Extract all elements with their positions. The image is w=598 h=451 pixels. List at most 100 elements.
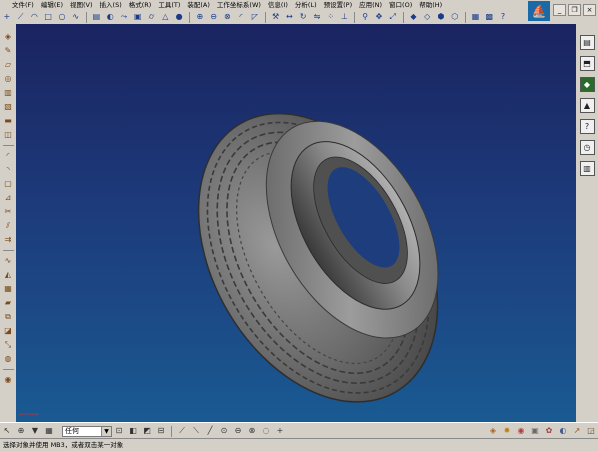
training-icon[interactable]: ▲	[579, 98, 595, 113]
menu-wcs[interactable]: 工作坐标系(W)	[214, 0, 265, 10]
sphere-icon[interactable]: ●	[173, 11, 185, 23]
help-icon[interactable]: ?	[497, 11, 509, 23]
snap-end-icon[interactable]: ⟋	[176, 425, 188, 437]
intersect-icon[interactable]: ⊗	[221, 11, 233, 23]
cylinder-icon[interactable]: ⌭	[146, 11, 158, 23]
pocket-icon[interactable]: ▧	[2, 101, 14, 113]
rectangle-icon[interactable]: □	[42, 11, 54, 23]
lighting-icon[interactable]: ✹	[501, 425, 513, 437]
spline-icon[interactable]: ∿	[70, 11, 82, 23]
curve-icon[interactable]: ∿	[2, 255, 14, 267]
line-icon[interactable]: ⟋	[15, 11, 27, 23]
cone-icon[interactable]: △	[159, 11, 171, 23]
unite-icon[interactable]: ⊕	[194, 11, 206, 23]
menu-window[interactable]: 窗口(O)	[386, 0, 416, 10]
scale-icon[interactable]: ⤡	[2, 339, 14, 351]
select-body-icon[interactable]: ◩	[141, 425, 153, 437]
texture-icon[interactable]: ▣	[529, 425, 541, 437]
snap-intersection-icon[interactable]: ⊗	[246, 425, 258, 437]
extrude-icon[interactable]: ▤	[91, 11, 103, 23]
select-arrow-icon[interactable]: ↖	[1, 425, 13, 437]
material-icon[interactable]: ◉	[515, 425, 527, 437]
select-edge-icon[interactable]: ⊟	[155, 425, 167, 437]
menu-edit[interactable]: 编辑(E)	[38, 0, 67, 10]
wireframe-icon[interactable]: ◇	[421, 11, 433, 23]
menu-assembly[interactable]: 装配(A)	[184, 0, 214, 10]
help-panel-icon[interactable]: ?	[579, 119, 595, 134]
shell-icon[interactable]: ▢	[2, 178, 14, 190]
menu-view[interactable]: 视图(V)	[67, 0, 97, 10]
circle-icon[interactable]: ○	[56, 11, 68, 23]
fit-icon[interactable]: ⤢	[387, 11, 399, 23]
wrap-icon[interactable]: ◍	[2, 353, 14, 365]
restore-icon[interactable]: ❐	[568, 4, 581, 16]
snap-control-icon[interactable]: ╱	[204, 425, 216, 437]
arc-icon[interactable]: ◠	[29, 11, 41, 23]
menu-preferences[interactable]: 预设置(P)	[321, 0, 357, 10]
animation-icon[interactable]: ↗	[571, 425, 583, 437]
zoom-icon[interactable]: ⚲	[359, 11, 371, 23]
boss-icon[interactable]: ▥	[2, 87, 14, 99]
menu-application[interactable]: 应用(N)	[356, 0, 386, 10]
subtract-icon[interactable]: ⊖	[208, 11, 220, 23]
snap-point-icon[interactable]: ⊕	[15, 425, 27, 437]
camera-icon[interactable]: ◐	[557, 425, 569, 437]
capture-icon[interactable]: ◲	[585, 425, 597, 437]
slot-icon[interactable]: ▬	[2, 115, 14, 127]
move-icon[interactable]: ↔	[284, 11, 296, 23]
layer-icon[interactable]: ▦	[470, 11, 482, 23]
close-icon[interactable]: ×	[583, 4, 596, 16]
assembly-navigator-icon[interactable]: ⬒	[579, 56, 595, 71]
menu-help[interactable]: 帮助(H)	[416, 0, 446, 10]
surface-icon[interactable]: ◭	[2, 269, 14, 281]
tire-model[interactable]	[16, 24, 576, 422]
snap-tangent-icon[interactable]: ◌	[260, 425, 272, 437]
menu-info[interactable]: 信息(I)	[265, 0, 292, 10]
split-icon[interactable]: ⫽	[2, 220, 14, 232]
feature-icon[interactable]: ◈	[2, 31, 14, 43]
type-filter-select[interactable]: 任何 ▼	[62, 425, 112, 437]
rotate-icon[interactable]: ↻	[297, 11, 309, 23]
snap-mid-icon[interactable]: ⟍	[190, 425, 202, 437]
trim-icon[interactable]: ✂	[2, 206, 14, 218]
snap-center-icon[interactable]: ⊙	[218, 425, 230, 437]
measure-icon[interactable]: ⊥	[339, 11, 351, 23]
groove-icon[interactable]: ◫	[2, 129, 14, 141]
analysis-icon[interactable]: ◉	[2, 374, 14, 386]
sew-icon[interactable]: ⧉	[2, 311, 14, 323]
offset-icon[interactable]: ⇉	[2, 234, 14, 246]
pan-icon[interactable]: ✥	[373, 11, 385, 23]
tool-icon[interactable]: ⚒	[270, 11, 282, 23]
minimize-icon[interactable]: _	[553, 4, 566, 16]
color-icon[interactable]: ▩	[483, 11, 495, 23]
part-navigator-icon[interactable]: ▤	[579, 35, 595, 50]
crosshair-icon[interactable]: +	[1, 11, 13, 23]
hole-icon[interactable]: ◎	[2, 73, 14, 85]
snap-quadrant-icon[interactable]: ⊖	[232, 425, 244, 437]
scene-icon[interactable]: ✿	[543, 425, 555, 437]
mirror-icon[interactable]: ⇋	[311, 11, 323, 23]
roles-icon[interactable]: ◆	[579, 77, 595, 92]
filter-icon[interactable]: ▼	[29, 425, 41, 437]
iso-view-icon[interactable]: ⬡	[449, 11, 461, 23]
graphics-viewport[interactable]: ********	[16, 24, 576, 422]
menu-file[interactable]: 文件(F)	[0, 0, 38, 10]
edge-blend-icon[interactable]: ◜	[2, 150, 14, 162]
menu-analysis[interactable]: 分析(L)	[292, 0, 321, 10]
datum-plane-icon[interactable]: ▱	[2, 59, 14, 71]
revolve-icon[interactable]: ◐	[104, 11, 116, 23]
deselect-icon[interactable]: ⊡	[113, 425, 125, 437]
mesh-icon[interactable]: ▦	[2, 283, 14, 295]
render-icon[interactable]: ◈	[487, 425, 499, 437]
pattern-icon[interactable]: ⁘	[325, 11, 337, 23]
blend-icon[interactable]: ◜	[235, 11, 247, 23]
block-icon[interactable]: ▣	[132, 11, 144, 23]
snap-existing-icon[interactable]: +	[274, 425, 286, 437]
thicken-icon[interactable]: ▰	[2, 297, 14, 309]
sweep-icon[interactable]: ⤳	[118, 11, 130, 23]
menu-insert[interactable]: 插入(S)	[97, 0, 126, 10]
view-cube-icon[interactable]: ⬢	[435, 11, 447, 23]
system-materials-icon[interactable]: ▥	[579, 161, 595, 176]
select-all-icon[interactable]: ▦	[43, 425, 55, 437]
draft-icon[interactable]: ⊿	[2, 192, 14, 204]
